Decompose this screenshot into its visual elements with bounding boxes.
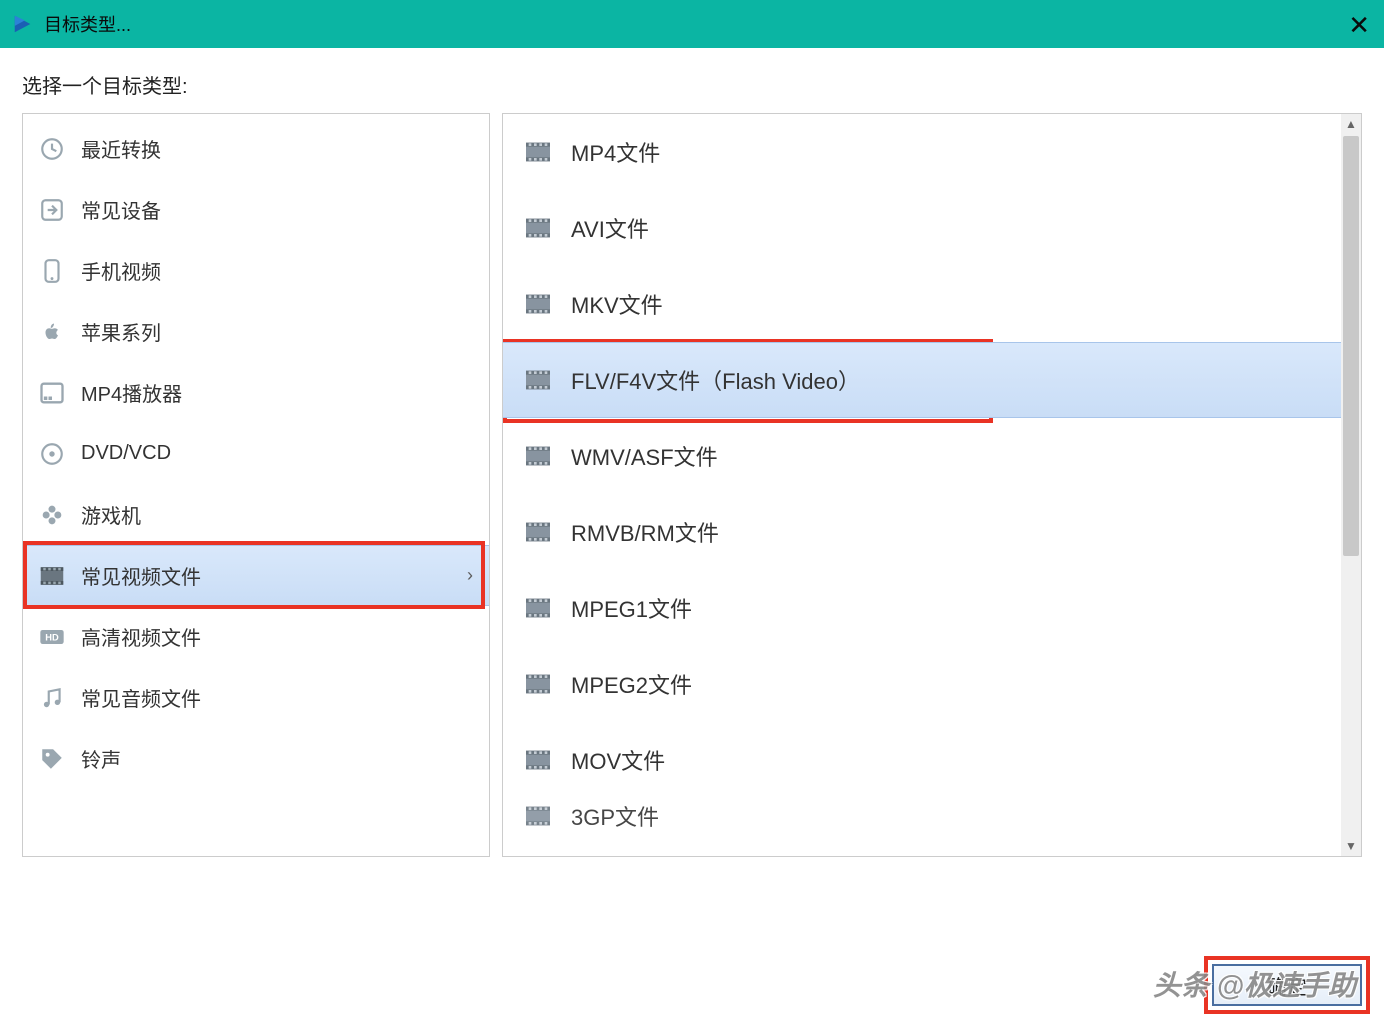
film-icon xyxy=(37,561,67,591)
film-icon xyxy=(521,363,555,397)
category-item[interactable]: 游戏机 xyxy=(23,484,489,545)
disc-icon xyxy=(37,439,67,469)
format-item[interactable]: 3GP文件 xyxy=(503,798,1341,834)
format-item[interactable]: MKV文件 xyxy=(503,266,1341,342)
category-label: 最近转换 xyxy=(81,134,161,163)
format-panel: MP4文件 AVI文件 MKV文件 FLV/F4V文件（Flash Video） WMV… xyxy=(502,113,1362,857)
app-icon xyxy=(12,13,34,35)
category-label: 游戏机 xyxy=(81,500,141,529)
format-item[interactable]: MPEG2文件 xyxy=(503,646,1341,722)
film-icon xyxy=(521,287,555,321)
film-icon xyxy=(521,667,555,701)
category-item[interactable]: 常见视频文件 › xyxy=(23,545,489,606)
format-label: RMVB/RM文件 xyxy=(571,516,719,548)
category-item[interactable]: HD 高清视频文件 xyxy=(23,606,489,667)
category-label: 手机视频 xyxy=(81,256,161,285)
hd-icon: HD xyxy=(37,622,67,652)
film-icon xyxy=(521,439,555,473)
format-label: WMV/ASF文件 xyxy=(571,440,718,472)
format-item[interactable]: WMV/ASF文件 xyxy=(503,418,1341,494)
chevron-right-icon: › xyxy=(467,565,473,586)
scrollbar[interactable]: ▲ ▼ xyxy=(1341,114,1361,856)
footer: 确定 xyxy=(1212,964,1362,1006)
apple-icon xyxy=(37,317,67,347)
format-item[interactable]: MPEG1文件 xyxy=(503,570,1341,646)
format-item[interactable]: MOV文件 xyxy=(503,722,1341,798)
format-label: FLV/F4V文件（Flash Video） xyxy=(571,364,860,396)
format-label: MP4文件 xyxy=(571,136,660,168)
category-item[interactable]: DVD/VCD xyxy=(23,423,489,484)
format-label: MPEG2文件 xyxy=(571,668,692,700)
arrow-right-box-icon xyxy=(37,195,67,225)
film-icon xyxy=(521,743,555,777)
close-button[interactable]: ✕ xyxy=(1348,10,1370,41)
titlebar: 目标类型... ✕ xyxy=(0,0,1384,48)
film-icon xyxy=(521,211,555,245)
category-item[interactable]: 苹果系列 xyxy=(23,301,489,362)
window-title: 目标类型... xyxy=(44,11,131,37)
category-item[interactable]: 最近转换 xyxy=(23,118,489,179)
format-item[interactable]: MP4文件 xyxy=(503,114,1341,190)
format-label: MOV文件 xyxy=(571,744,665,776)
tag-icon xyxy=(37,744,67,774)
format-label: MKV文件 xyxy=(571,288,663,320)
gamepad-icon xyxy=(37,500,67,530)
scroll-up-icon[interactable]: ▲ xyxy=(1341,114,1361,134)
film-icon xyxy=(521,515,555,549)
category-panel: 最近转换常见设备手机视频苹果系列 MP4播放器 DVD/VCD 游戏机常见视频文件 › H… xyxy=(22,113,490,857)
category-item[interactable]: MP4播放器 xyxy=(23,362,489,423)
prompt-label: 选择一个目标类型: xyxy=(22,70,1362,99)
format-item[interactable]: RMVB/RM文件 xyxy=(503,494,1341,570)
scroll-down-icon[interactable]: ▼ xyxy=(1341,836,1361,856)
film-icon xyxy=(521,135,555,169)
scroll-thumb[interactable] xyxy=(1343,136,1359,556)
film-icon xyxy=(521,591,555,625)
content: 选择一个目标类型: 最近转换常见设备手机视频苹果系列 MP4播放器 DVD/VCD 游… xyxy=(0,48,1384,867)
category-label: 常见视频文件 xyxy=(81,561,201,590)
category-item[interactable]: 常见设备 xyxy=(23,179,489,240)
phone-icon xyxy=(37,256,67,286)
category-label: 铃声 xyxy=(81,744,121,773)
category-item[interactable]: 铃声 xyxy=(23,728,489,789)
film-icon xyxy=(521,799,555,833)
category-label: DVD/VCD xyxy=(81,442,171,465)
format-label: 3GP文件 xyxy=(571,800,659,832)
category-item[interactable]: 手机视频 xyxy=(23,240,489,301)
panels: 最近转换常见设备手机视频苹果系列 MP4播放器 DVD/VCD 游戏机常见视频文件 › H… xyxy=(22,113,1362,857)
music-icon xyxy=(37,683,67,713)
format-label: MPEG1文件 xyxy=(571,592,692,624)
format-item[interactable]: AVI文件 xyxy=(503,190,1341,266)
ok-button[interactable]: 确定 xyxy=(1212,964,1362,1006)
category-label: MP4播放器 xyxy=(81,378,182,407)
format-item[interactable]: FLV/F4V文件（Flash Video） xyxy=(503,342,1341,418)
category-label: 苹果系列 xyxy=(81,317,161,346)
category-label: 常见音频文件 xyxy=(81,683,201,712)
category-item[interactable]: 常见音频文件 xyxy=(23,667,489,728)
mp4box-icon xyxy=(37,378,67,408)
clock-icon xyxy=(37,134,67,164)
category-label: 高清视频文件 xyxy=(81,622,201,651)
format-label: AVI文件 xyxy=(571,212,649,244)
svg-text:HD: HD xyxy=(45,632,59,642)
category-label: 常见设备 xyxy=(81,195,161,224)
